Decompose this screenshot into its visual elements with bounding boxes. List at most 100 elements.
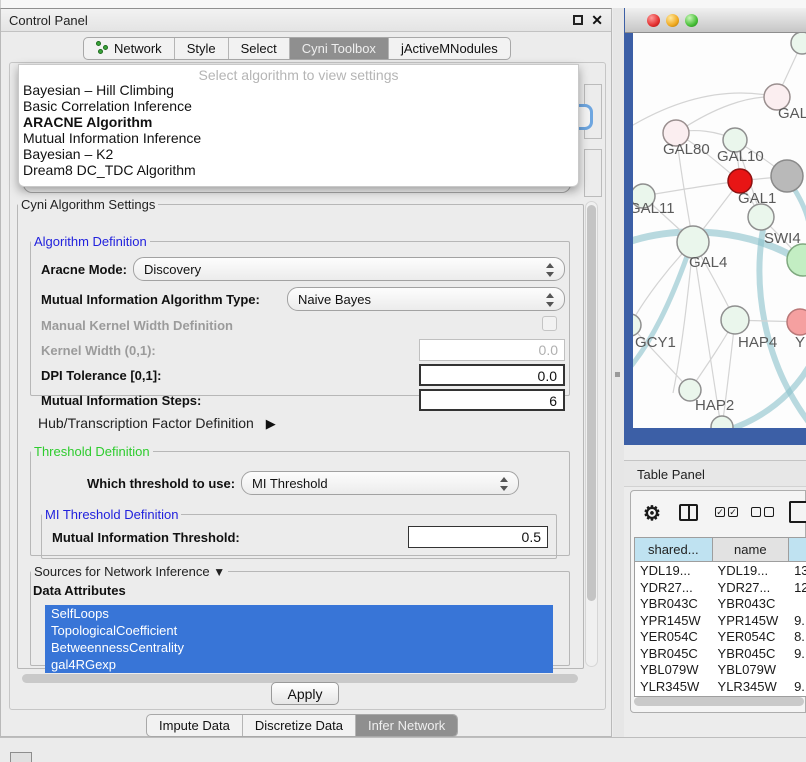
list-item[interactable]: TopologicalCoefficient bbox=[45, 622, 553, 639]
node-label: Y bbox=[795, 334, 805, 351]
mi-algorithm-type-combobox[interactable]: Naive Bayes bbox=[287, 287, 565, 311]
node-partial-bottom[interactable] bbox=[711, 416, 733, 428]
collapse-down-icon[interactable]: ▼ bbox=[213, 565, 225, 579]
node-hap4[interactable] bbox=[721, 306, 749, 334]
cyni-settings-title: Cyni Algorithm Settings bbox=[18, 197, 158, 212]
tab-style[interactable]: Style bbox=[175, 38, 229, 59]
algorithm-dropdown-placeholder: Select algorithm to view settings bbox=[19, 65, 578, 82]
which-threshold-combobox[interactable]: MI Threshold bbox=[241, 471, 519, 495]
obscured-groupbox-edge bbox=[584, 149, 602, 197]
table-row[interactable]: YDL19...YDL19...13 bbox=[635, 562, 806, 579]
table-row[interactable]: YDR27...YDR27...12 bbox=[635, 579, 806, 596]
minimized-panel-stub[interactable] bbox=[10, 752, 32, 762]
apply-button[interactable]: Apply bbox=[271, 682, 339, 705]
cell: 12 bbox=[789, 579, 806, 596]
aracne-mode-combobox[interactable]: Discovery bbox=[133, 257, 565, 281]
node-bright-green[interactable] bbox=[787, 244, 806, 276]
float-window-icon[interactable] bbox=[573, 15, 583, 25]
gear-icon[interactable]: ⚙ bbox=[643, 501, 661, 526]
panel-splitter[interactable] bbox=[613, 8, 624, 737]
node-swi4[interactable] bbox=[748, 204, 774, 230]
cell: YBR045C bbox=[713, 645, 790, 662]
tab-infer-network[interactable]: Infer Network bbox=[356, 715, 457, 736]
status-strip bbox=[0, 737, 806, 762]
tab-label: Discretize Data bbox=[255, 718, 343, 733]
cell: YDR27... bbox=[635, 579, 713, 596]
aracne-mode-label: Aracne Mode: bbox=[41, 262, 127, 277]
node-salmon[interactable] bbox=[787, 309, 806, 335]
algorithm-definition-title: Algorithm Definition bbox=[31, 234, 150, 249]
node-gray[interactable] bbox=[771, 160, 803, 192]
deselect-all-checkboxes-icon[interactable] bbox=[751, 507, 774, 517]
tab-cyni-toolbox[interactable]: Cyni Toolbox bbox=[290, 38, 389, 59]
cell: YBL079W bbox=[635, 661, 713, 678]
tab-impute-data[interactable]: Impute Data bbox=[147, 715, 243, 736]
table-row[interactable]: YPR145WYPR145W9. bbox=[635, 612, 806, 629]
mac-close-icon[interactable] bbox=[647, 14, 660, 27]
list-item[interactable]: gal4RGexp bbox=[45, 656, 553, 673]
cell: YBL079W bbox=[713, 661, 790, 678]
tab-network[interactable]: Network bbox=[84, 38, 175, 59]
cell: YBR045C bbox=[635, 645, 713, 662]
list-item[interactable]: SelfLoops bbox=[45, 605, 553, 622]
cell: YPR145W bbox=[635, 612, 713, 629]
column-header-name[interactable]: name bbox=[713, 538, 790, 561]
cell: YPR145W bbox=[713, 612, 790, 629]
tab-select[interactable]: Select bbox=[229, 38, 290, 59]
mi-algorithm-type-label: Mutual Information Algorithm Type: bbox=[41, 292, 260, 307]
mi-threshold-input[interactable]: 0.5 bbox=[408, 526, 548, 548]
mac-minimize-icon[interactable] bbox=[666, 14, 679, 27]
algorithm-option-bayesian-k2[interactable]: Bayesian – K2 bbox=[19, 146, 578, 162]
edge bbox=[676, 97, 777, 133]
node-label: HAP2 bbox=[695, 397, 734, 414]
table-row[interactable]: YBR045CYBR045C9. bbox=[635, 645, 806, 662]
mi-threshold-definition-title: MI Threshold Definition bbox=[42, 507, 181, 522]
algorithm-option-mutual-information[interactable]: Mutual Information Inference bbox=[19, 130, 578, 146]
data-attributes-list[interactable]: SelfLoops TopologicalCoefficient Between… bbox=[45, 605, 553, 673]
algorithm-option-bayesian-hill-climbing[interactable]: Bayesian – Hill Climbing bbox=[19, 82, 578, 98]
algorithm-option-basic-correlation[interactable]: Basic Correlation Inference bbox=[19, 98, 578, 114]
sources-legend: Sources for Network Inference ▼ bbox=[31, 564, 228, 579]
column-header-shared[interactable]: shared... bbox=[635, 538, 713, 561]
table-row[interactable]: YER054CYER054C8. bbox=[635, 628, 806, 645]
algorithm-option-dream8[interactable]: Dream8 DC_TDC Algorithm bbox=[19, 162, 578, 178]
tab-jactivemnodules[interactable]: jActiveMNodules bbox=[389, 38, 510, 59]
tab-label: Network bbox=[114, 41, 162, 56]
mi-steps-input[interactable]: 6 bbox=[419, 389, 565, 411]
node-table[interactable]: shared... name YDL19...YDL19...13 YDR27.… bbox=[634, 537, 806, 697]
algorithm-option-aracne[interactable]: ARACNE Algorithm bbox=[19, 114, 578, 130]
threshold-definition-group: Threshold Definition Which threshold to … bbox=[30, 444, 570, 556]
column-header-partial[interactable] bbox=[789, 538, 806, 561]
mac-zoom-icon[interactable] bbox=[685, 14, 698, 27]
column-layout-icon[interactable] bbox=[679, 504, 698, 521]
select-all-checkboxes-icon[interactable]: ✓✓ bbox=[715, 507, 738, 517]
control-panel-window: Control Panel ✕ Network Style Select Cyn… bbox=[0, 8, 612, 737]
table-horizontal-scrollbar[interactable] bbox=[634, 697, 804, 706]
table-row[interactable]: YBL079WYBL079W bbox=[635, 661, 806, 678]
document-icon[interactable] bbox=[789, 501, 806, 523]
network-window-titlebar[interactable] bbox=[625, 8, 806, 33]
table-row[interactable]: YLR345WYLR345W9. bbox=[635, 678, 806, 695]
node-label: SWI4 bbox=[764, 230, 801, 247]
cyni-bottom-tabstrip: Impute Data Discretize Data Infer Networ… bbox=[146, 714, 458, 737]
sources-title: Sources for Network Inference bbox=[34, 564, 210, 579]
settings-vertical-scrollbar[interactable] bbox=[585, 201, 598, 667]
manual-kernel-width-checkbox[interactable] bbox=[542, 316, 557, 331]
data-attributes-label: Data Attributes bbox=[33, 583, 126, 598]
network-canvas[interactable]: GAL GAL80 GAL10 GAL1 GAL11 SWI4 GAL4 GCY… bbox=[633, 33, 806, 428]
node-label: GAL10 bbox=[717, 148, 764, 165]
hub-definition-expander[interactable]: Hub/Transcription Factor Definition ▶ bbox=[38, 415, 276, 432]
kernel-width-input[interactable]: 0.0 bbox=[419, 339, 565, 361]
threshold-definition-title: Threshold Definition bbox=[31, 444, 153, 459]
list-item[interactable]: BetweennessCentrality bbox=[45, 639, 553, 656]
node-gcy1[interactable] bbox=[633, 314, 641, 336]
table-row[interactable]: YBR043CYBR043C bbox=[635, 595, 806, 612]
cell: YDL19... bbox=[635, 562, 713, 579]
cell: 9. bbox=[789, 645, 806, 662]
close-icon[interactable]: ✕ bbox=[591, 12, 603, 29]
cell bbox=[789, 595, 806, 612]
node[interactable] bbox=[791, 33, 806, 54]
dpi-tolerance-input[interactable]: 0.0 bbox=[419, 364, 565, 386]
tab-discretize-data[interactable]: Discretize Data bbox=[243, 715, 356, 736]
node-label: GAL1 bbox=[738, 190, 776, 207]
